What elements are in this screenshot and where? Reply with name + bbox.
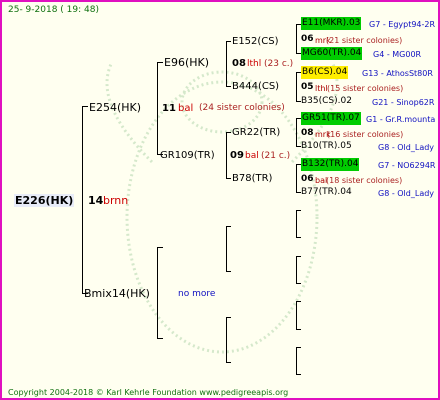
- bracket-gen4-7: [296, 301, 297, 330]
- gen4-node-e11[interactable]: E11(MKR).03: [301, 17, 362, 30]
- gen1-e254-siblings: (24 sister colonies): [199, 103, 285, 113]
- bracket-gen4-3: [296, 118, 297, 147]
- gen4-b77-origin: G8 - Old_Lady: [378, 189, 435, 198]
- gen4-node-b6[interactable]: B6(CS).04: [301, 66, 349, 79]
- bracket-gen3-4: [226, 317, 227, 363]
- connector: [226, 178, 231, 179]
- gen4-row-year: 05: [301, 82, 314, 92]
- gen4-b35-origin: G21 - Sinop62R: [372, 98, 435, 107]
- connector: [296, 210, 301, 211]
- bracket-gen1: [82, 106, 83, 294]
- gen4-b6-origin: G13 - AthosSt80R: [362, 69, 433, 78]
- connector: [226, 362, 231, 363]
- gen1-e254-year: 11: [162, 103, 176, 114]
- gen4-b10-origin: G8 - Old_Lady: [378, 143, 435, 152]
- gen4-row-year: 08: [301, 128, 314, 138]
- connector: [226, 317, 231, 318]
- gen1-bmix14-info: no more: [178, 289, 216, 299]
- gen3-node-b444[interactable]: B444(CS): [232, 80, 279, 93]
- connector: [226, 132, 231, 133]
- gen4-row-year: 06: [301, 174, 314, 184]
- gen1-node-e254[interactable]: E254(HK): [89, 101, 141, 114]
- bracket-gen2-lower: [157, 247, 158, 339]
- gen3-node-b78[interactable]: B78(TR): [232, 172, 272, 185]
- gen4-gr51-origin: G1 - Gr.R.mounta: [366, 115, 436, 124]
- connector: [82, 106, 88, 107]
- gen2-e96-breeder: lthl: [247, 59, 262, 69]
- connector: [226, 271, 231, 272]
- gen4-node-gr51[interactable]: GR51(TR).07: [301, 112, 361, 125]
- gen1-e254-breeder: bal: [178, 103, 194, 114]
- connector: [296, 347, 301, 348]
- gen4-node-b10[interactable]: B10(TR).05: [301, 140, 352, 153]
- gen3-node-gr22[interactable]: GR22(TR): [232, 126, 280, 139]
- bracket-gen3-2: [226, 132, 227, 179]
- gen4-node-b77[interactable]: B77(TR).04: [301, 186, 352, 199]
- gen4-node-mg60[interactable]: MG60(TR).04: [301, 47, 363, 60]
- root-queen-id[interactable]: E226(HK): [14, 194, 75, 207]
- bracket-gen4-5: [296, 210, 297, 238]
- bracket-gen4-1: [296, 24, 297, 54]
- gen4-e11-origin: G7 - Egypt94-2R: [369, 20, 436, 29]
- gen4-row-siblings: (21 sister colonies): [326, 36, 403, 45]
- connector: [226, 41, 231, 42]
- gen4-mg60-origin: G4 - MG00R: [373, 50, 422, 59]
- bracket-gen2-upper: [157, 62, 158, 155]
- gen2-gr109-siblings: (21 c.): [261, 151, 291, 161]
- connector: [296, 237, 301, 238]
- root-year: 14: [88, 194, 104, 207]
- gen4-node-b35[interactable]: B35(CS).02: [301, 95, 352, 108]
- gen2-e96-siblings: (23 c.): [264, 59, 294, 69]
- gen2-node-e96[interactable]: E96(HK): [164, 56, 209, 69]
- gen4-b132-origin: G7 - NO6294R: [378, 161, 436, 170]
- footer-copyright: Copyright 2004-2018 © Karl Kehrle Founda…: [8, 388, 289, 397]
- connector: [296, 374, 301, 375]
- connector: [296, 329, 301, 330]
- connector: [296, 283, 301, 284]
- gen4-row-siblings: (15 sister colonies): [327, 84, 404, 93]
- bracket-gen4-6: [296, 256, 297, 284]
- connector: [157, 62, 163, 63]
- gen2-e96-year: 08: [232, 58, 246, 69]
- connector: [296, 256, 301, 257]
- gen2-gr109-year: 09: [230, 150, 244, 161]
- root-breeder: brnn: [103, 194, 129, 207]
- connector: [157, 338, 163, 339]
- gen3-node-e152[interactable]: E152(CS): [232, 35, 279, 48]
- bracket-gen3-3: [226, 226, 227, 272]
- connector: [226, 226, 231, 227]
- connector: [296, 301, 301, 302]
- header-date: 25- 9-2018 ( 19: 48): [8, 5, 99, 15]
- gen1-node-bmix14[interactable]: Bmix14(HK): [84, 287, 150, 300]
- bracket-gen4-8: [296, 347, 297, 375]
- gen2-gr109-breeder: bal: [245, 151, 259, 161]
- gen4-row-year: 06: [301, 34, 314, 44]
- gen4-row-breeder: lthl: [315, 84, 328, 93]
- connector: [226, 86, 231, 87]
- gen4-node-b132[interactable]: B132(TR).04: [301, 158, 360, 171]
- connector: [157, 247, 163, 248]
- gen2-node-gr109[interactable]: GR109(TR): [160, 149, 215, 162]
- bracket-gen4-4: [296, 164, 297, 193]
- bracket-gen4-2: [296, 72, 297, 102]
- pedigree-frame: 25- 9-2018 ( 19: 48) E226(HK) 14 brnn E2…: [0, 0, 440, 400]
- bracket-gen3-1: [226, 41, 227, 87]
